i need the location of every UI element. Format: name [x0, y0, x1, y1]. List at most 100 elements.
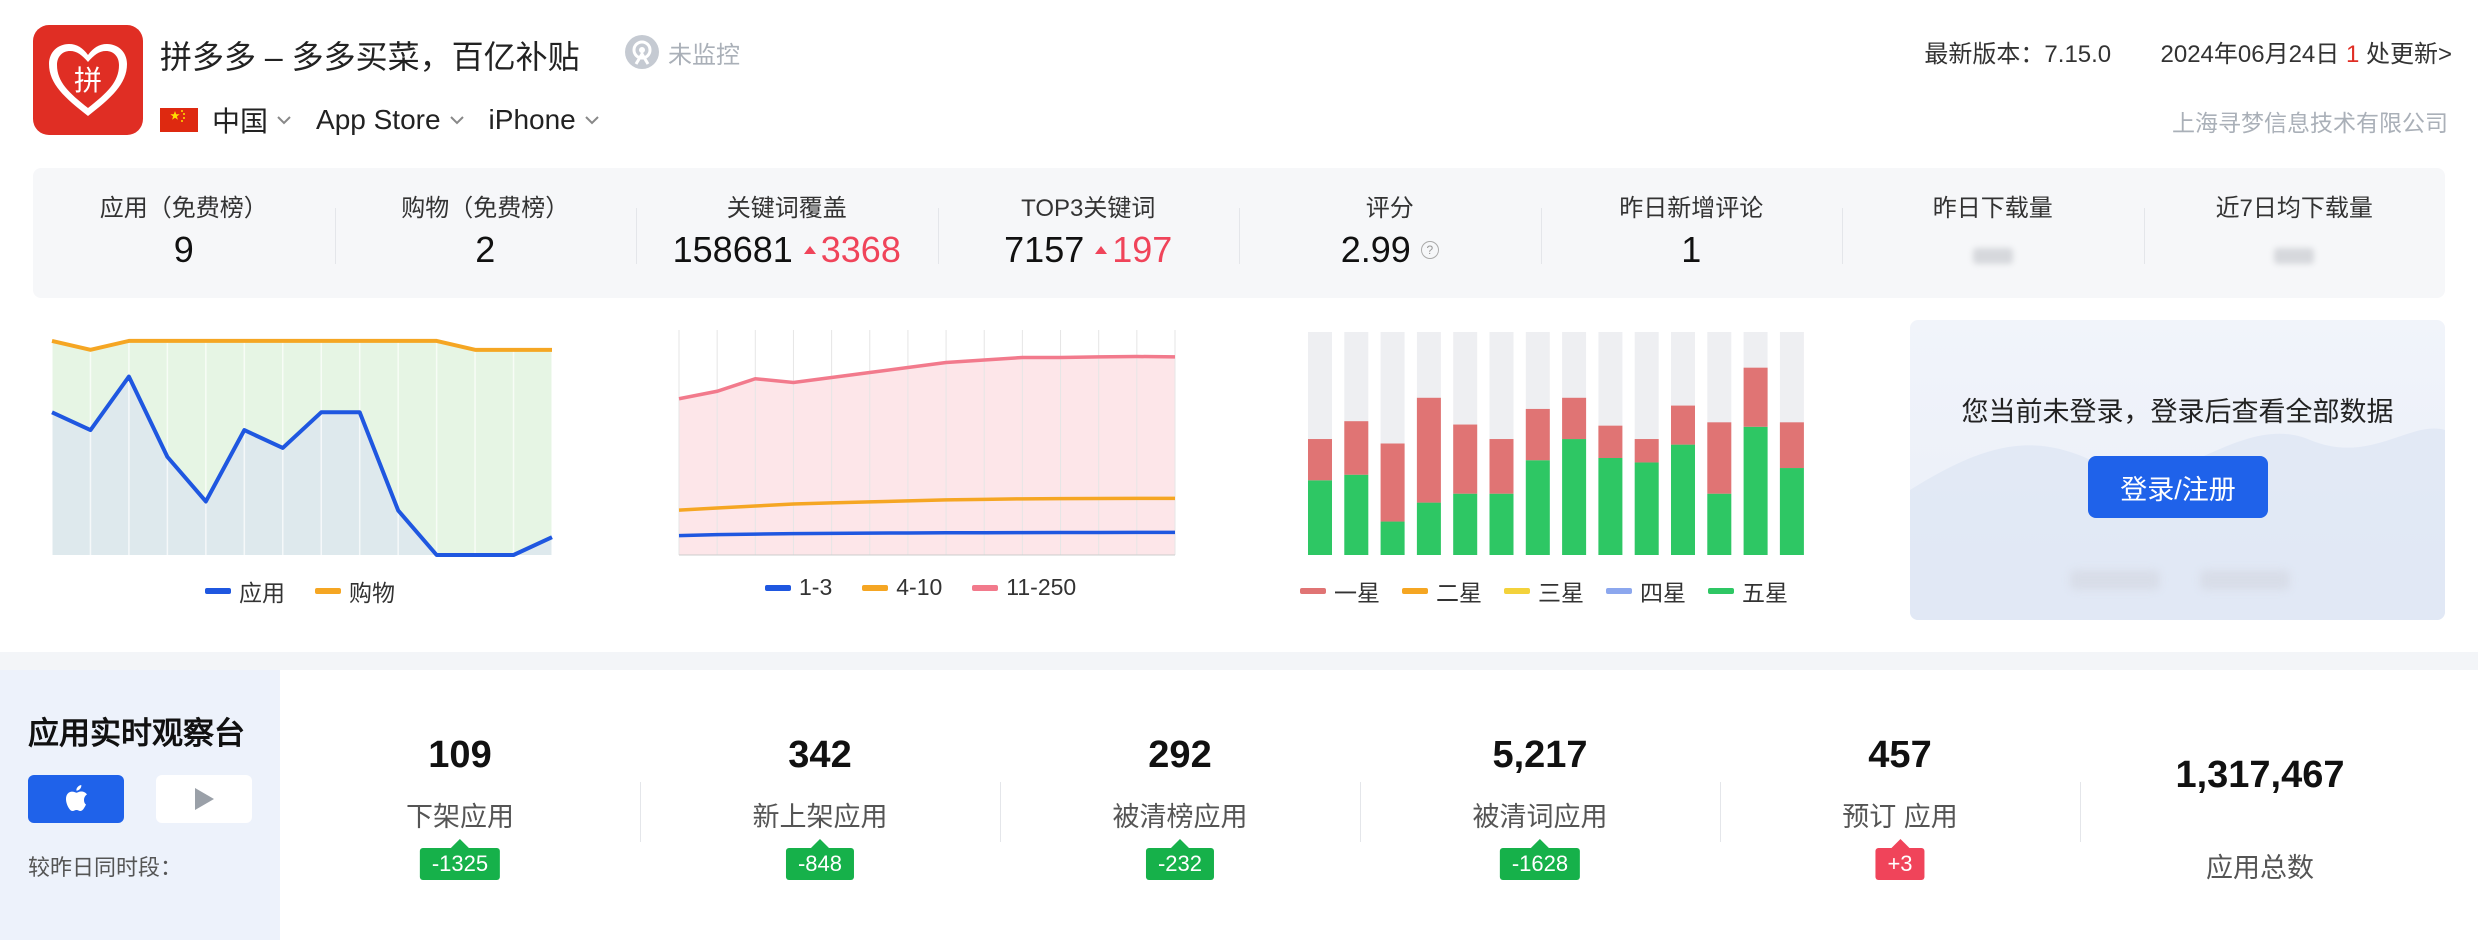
legend-item[interactable]: 11-250: [972, 574, 1076, 601]
stat-yesterday-downloads[interactable]: 昨日下载量: [1842, 168, 2144, 298]
monitor-status-label: 未监控: [668, 41, 740, 69]
version-info: 最新版本：7.15.0 2024年06月24日 1 处更新>: [1924, 34, 2452, 69]
observatory-sidebar: 应用实时观察台 较昨日同时段：: [0, 670, 280, 940]
metric-delta-badge: -1628: [1499, 839, 1581, 880]
bar-segment: [1525, 460, 1550, 555]
bar-segment: [1308, 480, 1332, 555]
country-label: 中国: [212, 106, 269, 137]
stat-value: 9: [173, 229, 194, 270]
metric-label: 被清词应用: [1472, 802, 1608, 832]
heart-logo-icon: 拼: [49, 44, 127, 116]
developer-company[interactable]: 上海寻梦信息技术有限公司: [2172, 104, 2448, 138]
stat-shopping-rank[interactable]: 购物（免费榜） 2: [334, 168, 637, 298]
monitor-status[interactable]: 未监控: [624, 32, 740, 72]
blurred-value: [1972, 248, 2013, 264]
legend-swatch: [1300, 588, 1326, 594]
legend-item[interactable]: 五星: [1708, 574, 1788, 608]
stat-new-reviews[interactable]: 昨日新增评论 1: [1540, 168, 1843, 298]
bar-segment: [1779, 422, 1804, 469]
legend-swatch: [1708, 588, 1734, 594]
metric-label: 被清榜应用: [1112, 802, 1248, 832]
legend-item[interactable]: 1-3: [765, 574, 832, 601]
stat-value: 2.99: [1340, 229, 1411, 270]
series-area-11-250: [679, 356, 1175, 555]
metric-delta-badge: -232: [1145, 839, 1215, 880]
version-number: 7.15.0: [2044, 41, 2112, 68]
app-header-panel: 拼 拼多多 – 多多买菜，百亿补贴 未监控 中国 App Store iPhon…: [0, 0, 2478, 652]
bar-segment: [1634, 439, 1659, 463]
bar-segment: [1779, 468, 1804, 555]
metric-delta-badge: -848: [785, 839, 855, 880]
legend-item[interactable]: 4-10: [862, 574, 942, 601]
rank-chart: 应用 购物: [50, 320, 560, 620]
bar-segment: [1671, 405, 1695, 445]
keyword-chart: 1-3 4-10 11-250: [675, 320, 1185, 620]
legend-item[interactable]: 四星: [1606, 574, 1686, 608]
legend-label: 购物: [349, 580, 395, 606]
legend-label: 应用: [239, 580, 285, 606]
observatory-title: 应用实时观察台: [28, 716, 245, 751]
legend-swatch: [1504, 588, 1530, 594]
stat-7day-downloads[interactable]: 近7日均下载量: [2143, 168, 2446, 298]
bar-segment: [1344, 421, 1369, 475]
blurred-legend: [2070, 570, 2290, 590]
metric-total-apps[interactable]: 1,317,467 应用总数: [2080, 670, 2440, 940]
app-logo: 拼: [33, 25, 143, 135]
metric-value: 5,217: [1492, 734, 1588, 776]
logo-text: 拼: [74, 64, 102, 97]
stat-top3-keywords[interactable]: TOP3关键词 7157 197: [937, 168, 1240, 298]
bar-segment: [1380, 521, 1405, 555]
rating-chart-svg[interactable]: [1300, 320, 1820, 570]
keyword-chart-svg[interactable]: [675, 320, 1185, 570]
legend-item[interactable]: 应用: [205, 574, 285, 608]
android-toggle-button[interactable]: [156, 775, 252, 823]
stat-app-rank[interactable]: 应用（免费榜） 9: [33, 168, 335, 298]
legend-item[interactable]: 购物: [315, 574, 395, 608]
metric-cleared-rank-apps[interactable]: 292 被清榜应用 -232: [1000, 670, 1360, 940]
stat-label: 近7日均下载量: [2215, 195, 2373, 222]
bar-segment: [1634, 462, 1659, 555]
update-count: 1: [2345, 41, 2360, 68]
metric-value: 292: [1148, 734, 1212, 776]
bar-segment: [1743, 367, 1768, 427]
stat-label: 昨日新增评论: [1619, 195, 1764, 222]
apple-icon: [66, 785, 87, 811]
china-flag-icon: [160, 108, 198, 132]
legend-item[interactable]: 三星: [1504, 574, 1584, 608]
rank-chart-svg[interactable]: [50, 320, 560, 570]
stat-value: 7157: [1004, 229, 1085, 270]
login-register-button[interactable]: 登录/注册: [2088, 456, 2268, 518]
metric-delta-badge: +3: [1875, 839, 1925, 880]
stat-rating[interactable]: 评分 2.99 ?: [1239, 168, 1541, 298]
legend-swatch: [862, 584, 889, 591]
metric-label: 预订 应用: [1842, 802, 1958, 832]
metric-label: 下架应用: [406, 802, 514, 832]
legend-swatch: [972, 584, 999, 591]
metric-cleared-keyword-apps[interactable]: 5,217 被清词应用 -1628: [1360, 670, 1720, 940]
update-link[interactable]: 处更新>: [2366, 41, 2452, 68]
device-select[interactable]: iPhone: [489, 104, 600, 136]
legend-swatch: [765, 584, 791, 591]
legend-item[interactable]: 一星: [1300, 574, 1380, 608]
bar-segment: [1416, 397, 1441, 503]
country-select[interactable]: 中国: [160, 100, 292, 140]
legend-item[interactable]: 二星: [1402, 574, 1482, 608]
store-select[interactable]: App Store: [316, 104, 465, 136]
bar-segment: [1598, 425, 1623, 458]
stat-label: TOP3关键词: [1021, 195, 1156, 222]
help-icon[interactable]: ?: [1420, 241, 1439, 259]
metric-removed-apps[interactable]: 109 下架应用 -1325: [280, 670, 640, 940]
play-icon: [195, 788, 214, 810]
chevron-down-icon: [449, 116, 464, 125]
update-date: 2024年06月24日: [2160, 41, 2340, 68]
metric-preorder-apps[interactable]: 457 预订 应用 +3: [1720, 670, 2080, 940]
bar-segment: [1453, 424, 1478, 494]
ios-toggle-button[interactable]: [28, 775, 124, 823]
login-message: 您当前未登录，登录后查看全部数据: [1961, 397, 2394, 427]
stat-label: 购物（免费榜）: [401, 195, 570, 222]
stat-value: 1: [1681, 229, 1702, 270]
metric-new-apps[interactable]: 342 新上架应用 -848: [640, 670, 1000, 940]
bar-segment: [1489, 493, 1514, 555]
bar-segment: [1562, 397, 1587, 440]
stat-keyword-coverage[interactable]: 关键词覆盖 158681 3368: [636, 168, 938, 298]
